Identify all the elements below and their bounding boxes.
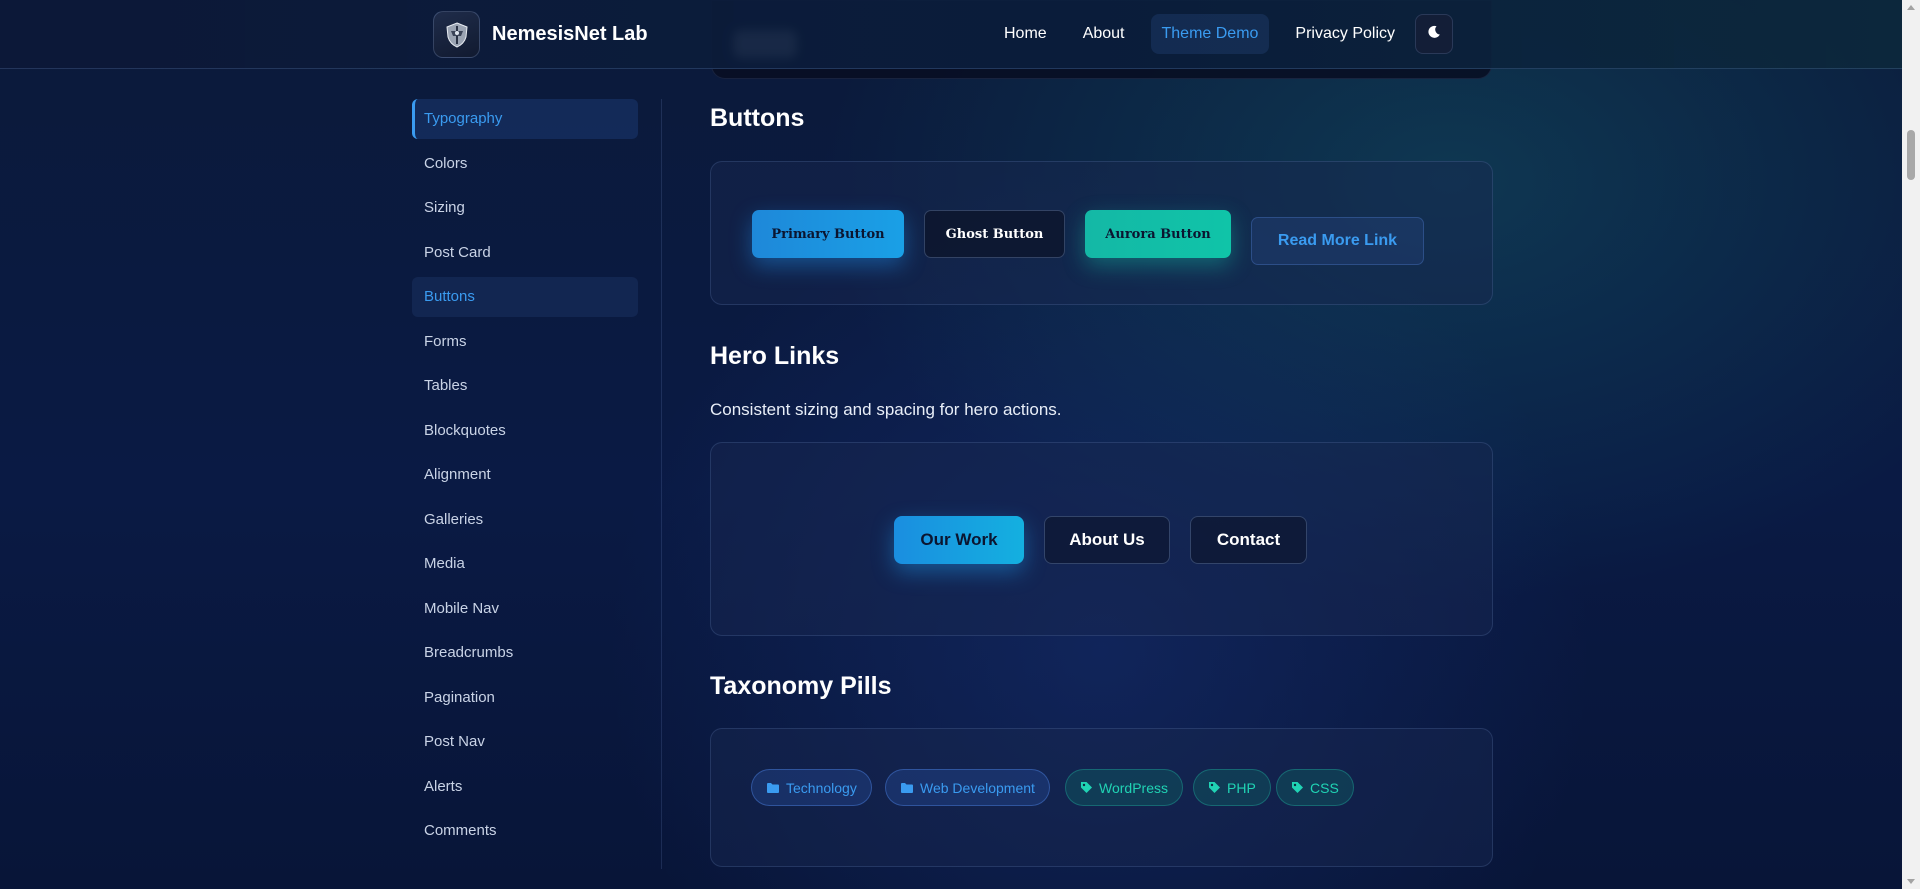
sidebar-item-mobile-nav[interactable]: Mobile Nav bbox=[412, 589, 638, 629]
tag-pill[interactable]: WordPress bbox=[1065, 769, 1183, 806]
section-title-taxonomy-pills: Taxonomy Pills bbox=[710, 672, 892, 700]
shield-knight-icon bbox=[433, 11, 480, 58]
sidebar-item-pagination[interactable]: Pagination bbox=[412, 678, 638, 718]
sidebar-nav: Typography Colors Sizing Post Card Buttons Fo… bbox=[412, 99, 638, 856]
site-name: NemesisNet Lab bbox=[492, 23, 648, 45]
sidebar-item-colors[interactable]: Colors bbox=[412, 144, 638, 184]
folder-icon bbox=[766, 782, 780, 794]
ghost-button[interactable]: Ghost Button bbox=[924, 210, 1065, 258]
brand[interactable]: NemesisNet Lab bbox=[433, 11, 648, 58]
our-work-button[interactable]: Our Work bbox=[894, 516, 1024, 564]
tag-label: PHP bbox=[1227, 779, 1256, 796]
nav-about[interactable]: About bbox=[1065, 14, 1143, 54]
sidebar-item-breadcrumbs[interactable]: Breadcrumbs bbox=[412, 633, 638, 673]
sidebar-item-sizing[interactable]: Sizing bbox=[412, 188, 638, 228]
primary-button[interactable]: Primary Button bbox=[752, 210, 904, 258]
sidebar-item-blockquotes[interactable]: Blockquotes bbox=[412, 411, 638, 451]
scroll-thumb[interactable] bbox=[1907, 130, 1915, 180]
tag-icon bbox=[1080, 781, 1093, 794]
category-label: Web Development bbox=[920, 779, 1035, 796]
page-scrollbar[interactable] bbox=[1902, 0, 1920, 889]
section-title-hero-links: Hero Links bbox=[710, 342, 840, 370]
about-us-button[interactable]: About Us bbox=[1044, 516, 1170, 564]
sidebar-item-post-card[interactable]: Post Card bbox=[412, 233, 638, 273]
contact-button[interactable]: Contact bbox=[1190, 516, 1307, 564]
sidebar-item-galleries[interactable]: Galleries bbox=[412, 500, 638, 540]
category-pill[interactable]: Technology bbox=[751, 769, 872, 806]
buttons-panel: Primary Button Ghost Button Aurora Butto… bbox=[710, 161, 1493, 305]
tag-pill[interactable]: CSS bbox=[1276, 769, 1354, 806]
tag-pill[interactable]: PHP bbox=[1193, 769, 1271, 806]
moon-icon bbox=[1427, 25, 1441, 44]
theme-toggle-button[interactable] bbox=[1415, 14, 1453, 54]
section-title-buttons: Buttons bbox=[710, 104, 805, 132]
hero-links-panel: Our Work About Us Contact bbox=[710, 442, 1493, 636]
sidebar-item-media[interactable]: Media bbox=[412, 544, 638, 584]
sidebar-item-forms[interactable]: Forms bbox=[412, 322, 638, 362]
site-header: NemesisNet Lab Home About Theme Demo Pri… bbox=[0, 0, 1902, 69]
category-label: Technology bbox=[786, 779, 857, 796]
nav-privacy-policy[interactable]: Privacy Policy bbox=[1277, 14, 1413, 54]
sidebar-item-tables[interactable]: Tables bbox=[412, 366, 638, 406]
sidebar-item-comments[interactable]: Comments bbox=[412, 811, 638, 851]
hero-links-description: Consistent sizing and spacing for hero a… bbox=[710, 400, 1062, 419]
tag-label: CSS bbox=[1310, 779, 1339, 796]
sidebar-item-alignment[interactable]: Alignment bbox=[412, 455, 638, 495]
sidebar-item-alerts[interactable]: Alerts bbox=[412, 767, 638, 807]
scroll-down-arrow-icon[interactable] bbox=[1907, 879, 1915, 884]
tag-icon bbox=[1208, 781, 1221, 794]
scroll-up-arrow-icon[interactable] bbox=[1907, 5, 1915, 10]
folder-icon bbox=[900, 782, 914, 794]
sidebar-item-post-nav[interactable]: Post Nav bbox=[412, 722, 638, 762]
aurora-button[interactable]: Aurora Button bbox=[1085, 210, 1231, 258]
sidebar-item-typography[interactable]: Typography bbox=[412, 99, 638, 139]
read-more-link[interactable]: Read More Link bbox=[1251, 217, 1424, 265]
nav-theme-demo[interactable]: Theme Demo bbox=[1150, 14, 1270, 54]
main-nav: Home About Theme Demo Privacy Policy bbox=[986, 14, 1453, 54]
category-pill[interactable]: Web Development bbox=[885, 769, 1050, 806]
tag-label: WordPress bbox=[1099, 779, 1168, 796]
sidebar-item-buttons[interactable]: Buttons bbox=[412, 277, 638, 317]
sidebar-divider bbox=[661, 99, 662, 869]
tag-icon bbox=[1291, 781, 1304, 794]
nav-home[interactable]: Home bbox=[986, 14, 1065, 54]
